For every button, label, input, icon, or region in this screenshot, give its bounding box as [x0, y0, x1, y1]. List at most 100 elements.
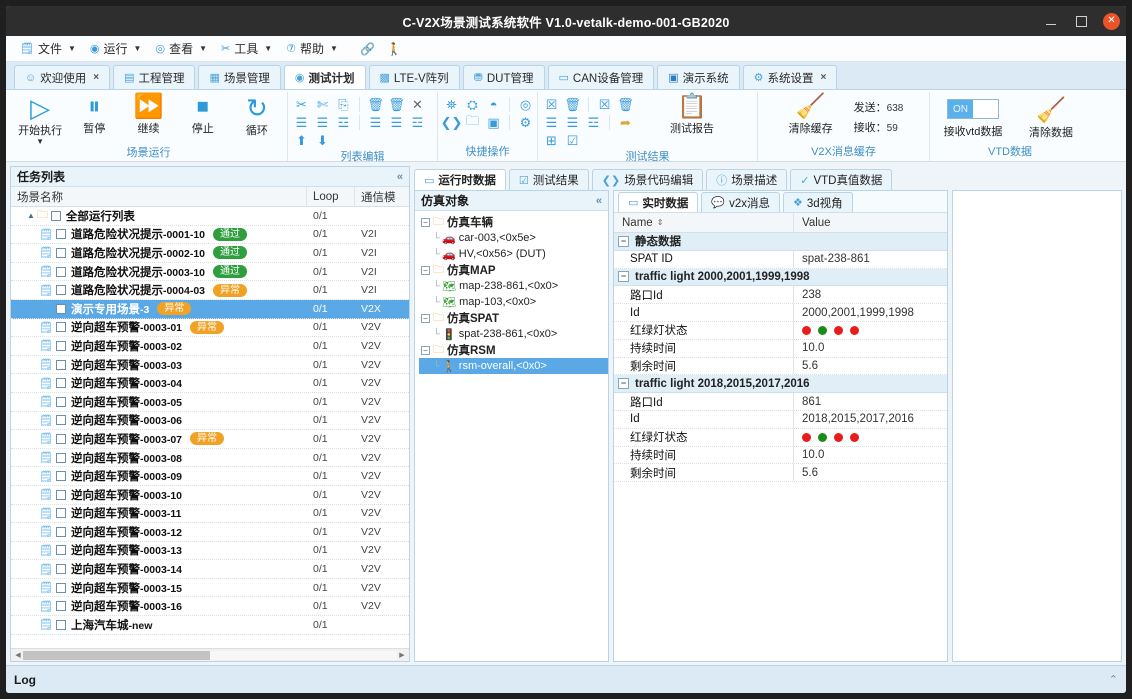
- terminal-icon[interactable]: ▣: [486, 115, 501, 130]
- clear-all-selection-icon[interactable]: ☒: [597, 97, 612, 112]
- row-checkbox[interactable]: [55, 378, 66, 389]
- receive-vtd-toggle[interactable]: ON 接收vtd数据: [938, 97, 1008, 139]
- tower-icon[interactable]: ⛭: [465, 97, 480, 112]
- export-icon[interactable]: ➦: [618, 115, 633, 130]
- table-row[interactable]: 🗒 逆向超车预警-0003-04 0/1 V2V: [11, 374, 409, 393]
- table-row[interactable]: 🗒 逆向超车预警-0003-16 0/1 V2V: [11, 597, 409, 617]
- sub-tab-v2x-message[interactable]: 💬 v2x消息: [701, 192, 781, 212]
- tab-system-settings[interactable]: ⚙ 系统设置 ×: [742, 65, 838, 89]
- scroll-right-icon[interactable]: ▶: [397, 651, 407, 659]
- tree-leaf-node[interactable]: └ 🚗 HV,<0x56> (DUT): [419, 246, 608, 262]
- table-row[interactable]: 🗒 逆向超车预警-0003-15 0/1 V2V: [11, 579, 409, 598]
- loop-button[interactable]: ↻ 循环: [233, 93, 281, 138]
- tree-leaf-node[interactable]: └ 🚶 rsm-overall,<0x0>: [419, 358, 608, 374]
- data-group-row[interactable]: − 静态数据: [614, 233, 947, 251]
- delete-result-icon[interactable]: 🗑: [564, 97, 581, 112]
- row-checkbox[interactable]: [55, 452, 66, 463]
- data-row[interactable]: SPAT ID spat-238-861: [614, 250, 947, 269]
- person-icon[interactable]: 🚶: [387, 42, 402, 56]
- row-checkbox[interactable]: [55, 303, 66, 314]
- tab-dut-management[interactable]: ⛃ DUT管理: [462, 65, 545, 89]
- tab-scene-management[interactable]: ▦ 场景管理: [198, 65, 281, 89]
- sub-tab-3d-view[interactable]: ❖ 3d视角: [783, 192, 853, 212]
- test-report-button[interactable]: 📋 测试报告: [661, 93, 723, 136]
- table-row[interactable]: 🗒 逆向超车预警-0003-01 异常 0/1 V2V: [11, 319, 409, 338]
- table-row[interactable]: 🗒 逆向超车预警-0003-02 0/1 V2V: [11, 337, 409, 356]
- inner-tab-runtime-data[interactable]: ▭ 运行时数据: [414, 169, 506, 190]
- row-checkbox[interactable]: [55, 471, 66, 482]
- menu-tools[interactable]: ✂ 工具 ▼: [215, 38, 278, 59]
- result-list-indent-icon[interactable]: ☲: [586, 115, 601, 130]
- tree-group-node[interactable]: − 🗀 仿真车辆: [419, 214, 608, 230]
- tree-leaf-node[interactable]: └ 🗺 map-238-861,<0x0>: [419, 278, 608, 294]
- clear-data-button[interactable]: 🧹 清除数据: [1020, 97, 1082, 140]
- grid-view-icon[interactable]: ⊞: [544, 133, 559, 148]
- collapse-toggle[interactable]: −: [421, 265, 430, 275]
- column-header-name[interactable]: 场景名称: [11, 187, 307, 206]
- row-checkbox[interactable]: [55, 433, 66, 444]
- data-group-row[interactable]: − traffic light 2000,2001,1999,1998: [614, 268, 947, 287]
- menu-help[interactable]: ⑦ 帮助 ▼: [280, 38, 344, 59]
- inner-tab-test-result[interactable]: ☑ 测试结果: [508, 169, 589, 190]
- row-checkbox[interactable]: [55, 359, 66, 370]
- collapse-icon[interactable]: «: [596, 195, 602, 207]
- row-checkbox[interactable]: [55, 545, 66, 556]
- task-list-hscrollbar[interactable]: ◀ ▶: [11, 648, 409, 661]
- table-row[interactable]: 🗒 逆向超车预警-0003-03 0/1 V2V: [11, 356, 409, 375]
- data-row[interactable]: 路口Id 238: [614, 286, 947, 305]
- scroll-thumb[interactable]: [23, 650, 210, 660]
- settings-gear-icon[interactable]: ⚙: [518, 115, 533, 130]
- chevron-up-icon[interactable]: ⌃: [1109, 673, 1118, 686]
- table-row[interactable]: 🗒 道路危险状况提示-0004-03 异常 0/1 V2I: [11, 281, 409, 300]
- menu-file[interactable]: 🗒 文件 ▼: [14, 38, 82, 59]
- list-indent-icon[interactable]: ☲: [336, 115, 351, 130]
- table-row[interactable]: 🗒 逆向超车预警-0003-12 0/1 V2V: [11, 523, 409, 542]
- minimize-button[interactable]: [1043, 13, 1059, 29]
- tab-welcome[interactable]: ☺ 欢迎使用 ×: [14, 65, 111, 89]
- collapse-toggle[interactable]: −: [618, 271, 629, 283]
- tree-leaf-node[interactable]: └ 🚗 car-003,<0x5e>: [419, 230, 608, 246]
- tab-test-plan[interactable]: ◉ 测试计划: [283, 65, 366, 89]
- start-execute-button[interactable]: ▷ 开始执行 ▼: [16, 93, 64, 146]
- delete-all-result-icon[interactable]: 🗑: [617, 97, 634, 112]
- folder-open-icon[interactable]: 🗀: [465, 113, 480, 130]
- row-checkbox[interactable]: [55, 229, 66, 240]
- table-row[interactable]: ▲ 🗀 全部运行列表 0/1: [11, 207, 409, 226]
- menu-run[interactable]: ◉ 运行 ▼: [84, 38, 148, 59]
- scroll-left-icon[interactable]: ◀: [13, 651, 23, 659]
- inner-tab-scene-code-edit[interactable]: ❮❯ 场景代码编辑: [591, 169, 704, 190]
- inner-tab-vtd-truth-data[interactable]: ✓ VTD真值数据: [790, 169, 893, 190]
- expand-arrow-icon[interactable]: ▲: [27, 211, 35, 220]
- delete-icon[interactable]: 🗑: [367, 97, 384, 112]
- row-checkbox[interactable]: [55, 285, 66, 296]
- link-icon[interactable]: 🔗: [360, 42, 375, 56]
- sort-icon[interactable]: ⇕: [657, 218, 664, 227]
- tab-ltev-array[interactable]: ▩ LTE-V阵列: [368, 65, 460, 89]
- tree-leaf-node[interactable]: └ 🗺 map-103,<0x0>: [419, 294, 608, 310]
- row-checkbox[interactable]: [50, 210, 61, 221]
- list2-indent-icon[interactable]: ☲: [410, 115, 425, 130]
- table-row[interactable]: 🗒 逆向超车预警-0003-06 0/1 V2V: [11, 412, 409, 431]
- column-header-value[interactable]: Value: [794, 213, 947, 232]
- list2-dense-icon[interactable]: ☰: [389, 115, 404, 130]
- code-icon[interactable]: ❮❯: [441, 115, 463, 130]
- data-group-row[interactable]: − traffic light 2018,2015,2017,2016: [614, 375, 947, 394]
- column-header-loop[interactable]: Loop: [307, 187, 355, 206]
- row-checkbox[interactable]: [55, 322, 66, 333]
- tab-close-icon[interactable]: ×: [93, 72, 99, 83]
- close-button[interactable]: ✕: [1103, 12, 1120, 30]
- move-up-icon[interactable]: ⬆: [294, 133, 309, 148]
- cut-all-icon[interactable]: ✄: [315, 97, 330, 112]
- data-row[interactable]: Id 2000,2001,1999,1998: [614, 304, 947, 322]
- list-dense-icon[interactable]: ☰: [315, 115, 330, 130]
- data-row[interactable]: 路口Id 861: [614, 393, 947, 411]
- copy-icon[interactable]: ⎘: [336, 97, 351, 112]
- menu-view[interactable]: ◎ 查看 ▼: [149, 38, 213, 59]
- row-checkbox[interactable]: [55, 601, 66, 612]
- table-row[interactable]: 🗒 道路危险状况提示-0002-10 通过 0/1 V2I: [11, 244, 409, 263]
- row-checkbox[interactable]: [55, 582, 66, 593]
- locate-icon[interactable]: ◎: [518, 97, 533, 112]
- result-list-dense-icon[interactable]: ☰: [565, 115, 580, 130]
- row-checkbox[interactable]: [55, 396, 66, 407]
- table-row[interactable]: 🗒 逆向超车预警-0003-07 异常 0/1 V2V: [11, 430, 409, 449]
